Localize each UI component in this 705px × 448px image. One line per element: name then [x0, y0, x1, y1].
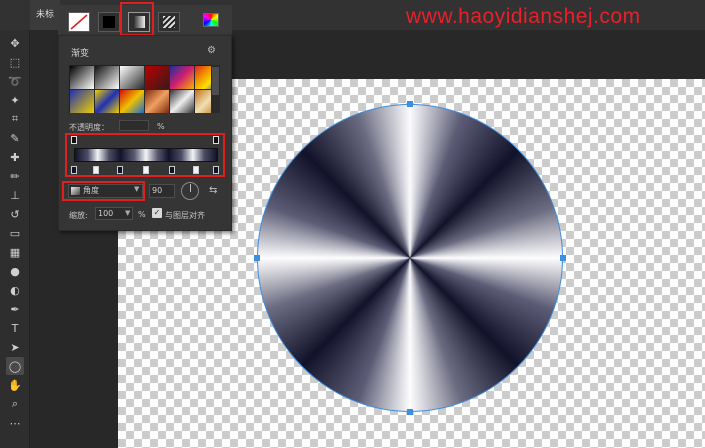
history-brush-icon[interactable]: ↺: [6, 205, 24, 223]
panel-title: 渐变: [71, 49, 90, 59]
scale-unit: %: [138, 210, 146, 219]
reverse-gradient-icon[interactable]: ⇆: [209, 185, 217, 196]
selection-handle-top[interactable]: [407, 101, 413, 107]
healing-icon[interactable]: ✚: [6, 148, 24, 166]
gradient-presets: [69, 65, 219, 113]
gradient-panel: 渐变 ⚙ 不透明度： % 角度 ▼ 90 ⇆ 缩放: 100 ▼ % ✓ 与图层…: [58, 35, 232, 231]
lasso-icon[interactable]: ➰: [6, 72, 24, 90]
scale-label: 缩放:: [69, 211, 88, 220]
document-tab[interactable]: 未标: [30, 0, 60, 30]
gradient-preset-swatch[interactable]: [170, 66, 194, 89]
gradient-icon[interactable]: ▦: [6, 243, 24, 261]
gradient-preset-swatch[interactable]: [145, 90, 169, 113]
gear-icon[interactable]: ⚙: [207, 45, 216, 56]
gradient-preset-swatch[interactable]: [120, 66, 144, 89]
no-fill-icon: [70, 14, 88, 30]
hand-icon[interactable]: ✋: [6, 376, 24, 394]
gradient-circle-layer[interactable]: [257, 104, 563, 412]
crop-icon[interactable]: ⌗: [6, 110, 24, 128]
marquee-icon[interactable]: ⬚: [6, 53, 24, 71]
tools-panel: ✥ ⬚ ➰ ✦ ⌗ ✎ ✚ ✏ ⊥ ↺ ▭ ▦ ● ◐ ✒ T ➤ ◯ ✋ ⌕ ⋯: [0, 30, 30, 448]
blur-icon[interactable]: ●: [6, 262, 24, 280]
align-with-layer-label: 与图层对齐: [165, 211, 205, 220]
gradient-preset-swatch[interactable]: [95, 66, 119, 89]
gradient-preset-swatch[interactable]: [145, 66, 169, 89]
photoshop-window: 未标 www.haoyidianshej.com ✥ ⬚ ➰ ✦ ⌗ ✎ ✚ ✏ ⊥ ↺ ▭ ▦ ● ◐ ✒…: [0, 0, 705, 448]
clone-stamp-icon[interactable]: ⊥: [6, 186, 24, 204]
watermark: www.haoyidianshej.com: [406, 5, 641, 28]
pen-icon[interactable]: ✒: [6, 300, 24, 318]
ellipse-icon[interactable]: ◯: [6, 357, 24, 375]
gradient-preset-swatch[interactable]: [170, 90, 194, 113]
highlight-gradient-style: [62, 181, 145, 201]
eraser-icon[interactable]: ▭: [6, 224, 24, 242]
selection-handle-left[interactable]: [254, 255, 260, 261]
opacity-input[interactable]: [119, 120, 149, 131]
opacity-label: 不透明度：: [69, 123, 109, 132]
path-select-icon[interactable]: ➤: [6, 338, 24, 356]
pattern-fill-icon: [163, 16, 175, 28]
fill-none-button[interactable]: [68, 12, 90, 32]
zoom-icon[interactable]: ⌕: [6, 395, 24, 413]
gradient-preset-swatch[interactable]: [120, 90, 144, 113]
highlight-gradient-bar: [65, 133, 225, 177]
fill-pattern-button[interactable]: [158, 12, 180, 32]
selection-handle-right[interactable]: [560, 255, 566, 261]
fill-solid-button[interactable]: [98, 12, 120, 32]
move-icon[interactable]: ✥: [6, 34, 24, 52]
dodge-icon[interactable]: ◐: [6, 281, 24, 299]
highlight-gradient-type: [120, 2, 154, 36]
type-icon[interactable]: T: [6, 319, 24, 337]
fill-type-bar: [58, 2, 232, 36]
brush-icon[interactable]: ✏: [6, 167, 24, 185]
gradient-preset-swatch[interactable]: [70, 90, 94, 113]
solid-color-icon: [103, 16, 115, 28]
more-icon[interactable]: ⋯: [6, 414, 24, 432]
gradient-preset-swatch[interactable]: [70, 66, 94, 89]
chevron-down-icon[interactable]: ▼: [125, 209, 130, 217]
selection-handle-bottom[interactable]: [407, 409, 413, 415]
magic-wand-icon[interactable]: ✦: [6, 91, 24, 109]
color-picker-icon[interactable]: [203, 13, 219, 27]
angle-dial[interactable]: [181, 182, 199, 200]
eyedropper-icon[interactable]: ✎: [6, 129, 24, 147]
gradient-preset-swatch[interactable]: [95, 90, 119, 113]
angle-input[interactable]: 90: [149, 184, 175, 198]
opacity-unit: %: [157, 122, 165, 131]
presets-scroll-thumb[interactable]: [212, 67, 219, 95]
align-with-layer-checkbox[interactable]: ✓: [152, 208, 162, 218]
